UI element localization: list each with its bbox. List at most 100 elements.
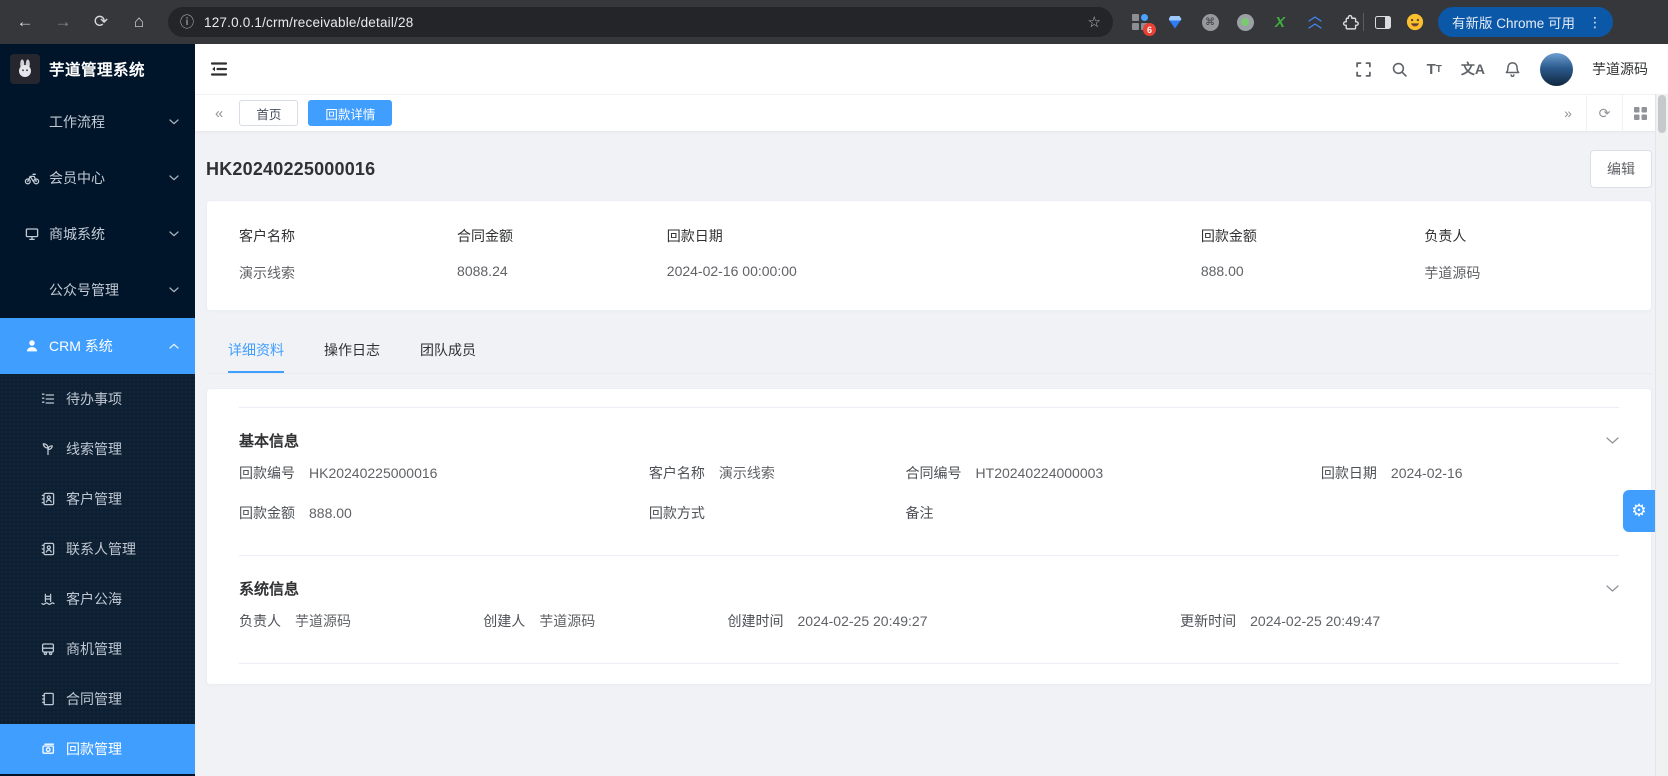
tags-scroll-left-icon[interactable]: « (209, 105, 229, 122)
system-info-grid: 负责人 芋道源码 创建人 芋道源码 创建时间 2024-02-25 20:49:… (239, 611, 1619, 663)
sidebar-item-contracts[interactable]: 合同管理 (0, 674, 195, 724)
user-avatar[interactable] (1540, 53, 1573, 86)
money-icon (40, 741, 56, 757)
language-icon[interactable]: 文A (1461, 59, 1485, 79)
extension-grid-icon[interactable]: 6 (1131, 13, 1149, 31)
summary-field-return-date: 回款日期 2024-02-16 00:00:00 (667, 226, 1201, 283)
sidebar-fold-icon[interactable] (210, 61, 228, 77)
page-content: HK20240225000016 编辑 客户名称 演示线索 合同金额 8088.… (195, 131, 1668, 776)
extensions-puzzle-icon[interactable] (1341, 13, 1359, 31)
collapse-chevron-icon[interactable] (1606, 437, 1619, 445)
profile-emoji-icon[interactable] (1406, 13, 1424, 31)
tags-refresh-icon[interactable]: ⟳ (1586, 95, 1622, 131)
seedling-icon (40, 441, 56, 457)
sidebar-item-opportunities[interactable]: 商机管理 (0, 624, 195, 674)
url-text[interactable]: 127.0.0.1/crm/receivable/detail/28 (204, 15, 1088, 30)
address-bar[interactable]: ⓘ 127.0.0.1/crm/receivable/detail/28 ☆ (168, 7, 1113, 37)
app-title: 芋道管理系统 (49, 58, 145, 80)
browser-forward-icon[interactable]: → (48, 7, 78, 37)
chrome-update-chip[interactable]: 有新版 Chrome 可用 ⋮ (1438, 7, 1613, 37)
sidebar-menu: 工作流程 会员中心 商城系统 (0, 94, 195, 776)
field-return-date: 回款日期 2024-02-16 (1321, 463, 1619, 483)
extension-badge: 6 (1143, 23, 1156, 36)
basic-info-header[interactable]: 基本信息 (239, 421, 1619, 463)
font-size-icon[interactable]: TT (1427, 61, 1442, 78)
extension-layers-icon[interactable] (1306, 13, 1324, 31)
sidebar-item-leads[interactable]: 线索管理 (0, 424, 195, 474)
tab-team-members[interactable]: 团队成员 (420, 330, 476, 373)
sidebar-item-workflow[interactable]: 工作流程 (0, 94, 195, 150)
extension-command-icon[interactable]: ⌘ (1201, 13, 1219, 31)
tab-operation-log[interactable]: 操作日志 (324, 330, 380, 373)
field-remark: 备注 (906, 503, 1321, 523)
sidebar-item-member-center[interactable]: 会员中心 (0, 150, 195, 206)
app-logo-row[interactable]: 芋道管理系统 (0, 44, 195, 94)
tag-home[interactable]: 首页 (239, 100, 298, 126)
contact-book-icon (40, 541, 56, 557)
field-contract-no: 合同编号 HT20240224000003 (906, 463, 1321, 483)
browser-back-icon[interactable]: ← (10, 7, 40, 37)
detail-card: 基本信息 回款编号 HK20240225000016 客户名称 演示线索 (206, 388, 1652, 685)
site-info-icon[interactable]: ⓘ (180, 12, 194, 32)
tab-detail-info[interactable]: 详细资料 (228, 330, 284, 373)
tags-menu-grid-icon[interactable] (1622, 95, 1658, 131)
title-row: HK20240225000016 编辑 (206, 144, 1652, 200)
side-panel-icon[interactable] (1374, 13, 1392, 31)
crm-submenu: 待办事项 线索管理 客户管理 (0, 374, 195, 774)
bookmark-star-icon[interactable]: ☆ (1088, 13, 1101, 31)
toolbar-separator (1363, 13, 1364, 31)
summary-card: 客户名称 演示线索 合同金额 8088.24 回款日期 2024-02-16 0… (206, 200, 1652, 311)
chevron-down-icon (169, 287, 179, 293)
user-icon (24, 338, 40, 354)
scrollbar-thumb[interactable] (1658, 95, 1666, 133)
page-scrollbar[interactable] (1655, 94, 1668, 776)
notification-bell-icon[interactable] (1504, 61, 1521, 78)
official-account-icon (24, 282, 40, 298)
tag-view-bar: « 首页 回款详情 » ⟳ (195, 94, 1668, 131)
chevron-down-icon (169, 119, 179, 125)
field-update-time: 更新时间 2024-02-25 20:49:47 (1180, 611, 1619, 631)
extension-xdebug-icon[interactable]: X (1271, 13, 1289, 31)
sidebar-item-crm-system[interactable]: CRM 系统 (0, 318, 195, 374)
system-info-header[interactable]: 系统信息 (239, 569, 1619, 611)
field-empty (1321, 503, 1619, 523)
field-receivable-no: 回款编号 HK20240225000016 (239, 463, 649, 483)
pool-icon (40, 591, 56, 607)
workflow-icon (24, 114, 40, 130)
field-customer-name: 客户名称 演示线索 (649, 463, 906, 483)
bus-icon (40, 641, 56, 657)
tags-scroll-right-icon[interactable]: » (1550, 95, 1586, 131)
field-creator: 创建人 芋道源码 (483, 611, 727, 631)
sidebar-item-todo[interactable]: 待办事项 (0, 374, 195, 424)
search-icon[interactable] (1391, 61, 1408, 78)
chevron-down-icon (169, 231, 179, 237)
browser-home-icon[interactable]: ⌂ (124, 7, 154, 37)
sidebar-item-receivables[interactable]: 回款管理 (0, 724, 195, 774)
sidebar-item-customer-pool[interactable]: 客户公海 (0, 574, 195, 624)
monitor-icon (24, 226, 40, 242)
detail-card-footer (239, 663, 1619, 684)
summary-field-customer: 客户名称 演示线索 (239, 226, 457, 283)
fullscreen-icon[interactable] (1355, 61, 1372, 78)
edit-button[interactable]: 编辑 (1590, 150, 1652, 188)
basic-info-section: 基本信息 回款编号 HK20240225000016 客户名称 演示线索 (239, 407, 1619, 555)
tag-receivable-detail[interactable]: 回款详情 (308, 100, 392, 126)
chrome-update-label: 有新版 Chrome 可用 (1452, 12, 1575, 32)
page-title: HK20240225000016 (206, 159, 375, 180)
summary-field-return-amount: 回款金额 888.00 (1201, 226, 1425, 283)
user-name[interactable]: 芋道源码 (1592, 59, 1648, 79)
collapse-chevron-icon[interactable] (1606, 585, 1619, 593)
field-return-amount: 回款金额 888.00 (239, 503, 649, 523)
app-header: TT 文A 芋道源码 (195, 44, 1668, 94)
field-create-time: 创建时间 2024-02-25 20:49:27 (728, 611, 1181, 631)
sidebar-item-customers[interactable]: 客户管理 (0, 474, 195, 524)
settings-gear-button[interactable]: ⚙ (1623, 490, 1655, 532)
browser-reload-icon[interactable]: ⟳ (86, 7, 116, 37)
extension-record-icon[interactable] (1236, 13, 1254, 31)
sidebar-item-contacts[interactable]: 联系人管理 (0, 524, 195, 574)
sidebar-item-official-account[interactable]: 公众号管理 (0, 262, 195, 318)
sidebar-item-mall-system[interactable]: 商城系统 (0, 206, 195, 262)
browser-menu-icon[interactable]: ⋮ (1583, 14, 1607, 31)
extension-gem-icon[interactable] (1166, 13, 1184, 31)
chevron-down-icon (169, 175, 179, 181)
